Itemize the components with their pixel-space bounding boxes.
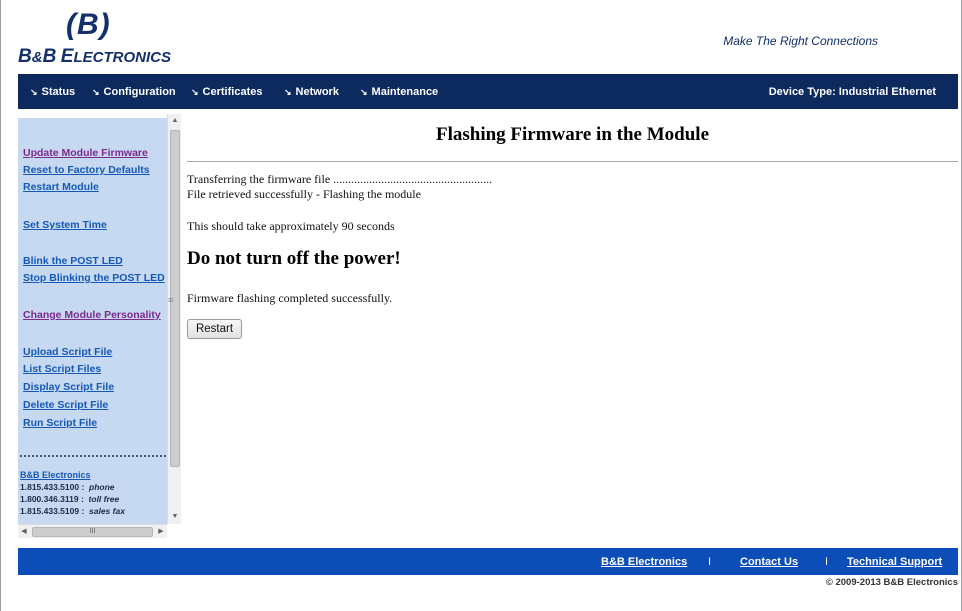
main-nav: ↘ Status ↘ Configuration ↘ Certificates ↘ Ne… <box>18 74 958 109</box>
nav-arrow-icon: ↘ <box>92 87 100 97</box>
nav-network[interactable]: ↘ Network <box>284 86 339 98</box>
nav-certificates[interactable]: ↘ Certificates <box>191 86 262 98</box>
sidebar-link-update-firmware[interactable]: Update Module Firmware <box>23 147 148 159</box>
completion-status: Firmware flashing completed successfully… <box>187 291 393 305</box>
sidebar-link-run-script[interactable]: Run Script File <box>23 417 97 429</box>
scroll-left-icon[interactable]: ◀ <box>18 525 30 539</box>
page-header: (B) B&B ELECTRONICS Make The Right Conne… <box>18 8 958 74</box>
scroll-up-icon[interactable]: ▲ <box>168 114 182 128</box>
sidebar-link-blink-post-led[interactable]: Blink the POST LED <box>23 255 123 267</box>
contact-company-link[interactable]: B&B Electronics <box>20 469 125 481</box>
device-type-label: Device Type: Industrial Ethernet <box>768 86 936 98</box>
page-footer: B&B Electronics I Contact Us I Technical… <box>18 548 958 575</box>
logo-mark: (B) <box>66 8 111 41</box>
nav-arrow-icon: ↘ <box>360 87 368 97</box>
footer-link-technical-support[interactable]: Technical Support <box>847 556 942 568</box>
copyright-notice: © 2009-2013 B&B Electronics <box>825 577 958 588</box>
footer-separator: I <box>825 556 829 568</box>
restart-button[interactable]: Restart <box>187 319 242 339</box>
logo-wordmark: B&B ELECTRONICS <box>18 46 171 67</box>
sidebar-divider <box>20 455 166 457</box>
sidebar-link-change-personality[interactable]: Change Module Personality <box>23 309 161 321</box>
footer-link-bb-electronics[interactable]: B&B Electronics <box>601 556 687 568</box>
nav-arrow-icon: ↘ <box>284 87 292 97</box>
nav-maintenance[interactable]: ↘ Maintenance <box>360 86 438 98</box>
scroll-down-icon[interactable]: ▼ <box>168 510 182 524</box>
sidebar-link-list-scripts[interactable]: List Script Files <box>23 363 101 375</box>
footer-link-contact-us[interactable]: Contact Us <box>740 556 798 568</box>
contact-sales-fax: 1.815.433.5109 : sales fax <box>20 506 125 516</box>
duration-note: This should take approximately 90 second… <box>187 219 395 233</box>
sidebar-link-upload-script[interactable]: Upload Script File <box>23 346 112 358</box>
sidebar-link-set-system-time[interactable]: Set System Time <box>23 219 107 231</box>
sidebar-link-reset-defaults[interactable]: Reset to Factory Defaults <box>23 164 150 176</box>
sidebar-link-delete-script[interactable]: Delete Script File <box>23 399 108 411</box>
page-title: Flashing Firmware in the Module <box>435 124 710 145</box>
nav-status[interactable]: ↘ Status <box>30 86 75 98</box>
company-logo: (B) B&B ELECTRONICS <box>18 8 228 74</box>
sidebar: Update Module Firmware Reset to Factory … <box>18 114 181 538</box>
tagline: Make The Right Connections <box>723 34 878 48</box>
sidebar-link-restart-module[interactable]: Restart Module <box>23 181 99 193</box>
sidebar-link-display-script[interactable]: Display Script File <box>23 381 114 393</box>
nav-arrow-icon: ↘ <box>191 87 199 97</box>
sidebar-link-stop-blinking-led[interactable]: Stop Blinking the POST LED <box>23 272 165 284</box>
frame-resize-grip-icon[interactable]: ≡ <box>168 295 173 305</box>
nav-arrow-icon: ↘ <box>30 87 38 97</box>
sidebar-horizontal-scrollbar[interactable]: ◀ III ▶ <box>18 524 167 538</box>
sidebar-vertical-scrollbar[interactable]: ▲ ▼ <box>167 114 181 524</box>
transfer-status: Transferring the firmware file .........… <box>187 172 493 186</box>
hscroll-thumb[interactable]: III <box>32 527 153 537</box>
title-divider <box>187 161 958 162</box>
retrieved-status: File retrieved successfully - Flashing t… <box>187 187 421 201</box>
scroll-right-icon[interactable]: ▶ <box>155 525 167 539</box>
contact-phone: 1.815.433.5100 : phone <box>20 482 115 492</box>
power-warning: Do not turn off the power! <box>187 248 401 269</box>
nav-configuration[interactable]: ↘ Configuration <box>92 86 176 98</box>
footer-separator: I <box>708 556 712 568</box>
sidebar-menu: Update Module Firmware Reset to Factory … <box>18 118 167 525</box>
contact-toll-free: 1.800.346.3119 : toll free <box>20 494 120 504</box>
sidebar-contact: B&B Electronics 1.815.433.5100 : phone 1… <box>20 469 125 517</box>
